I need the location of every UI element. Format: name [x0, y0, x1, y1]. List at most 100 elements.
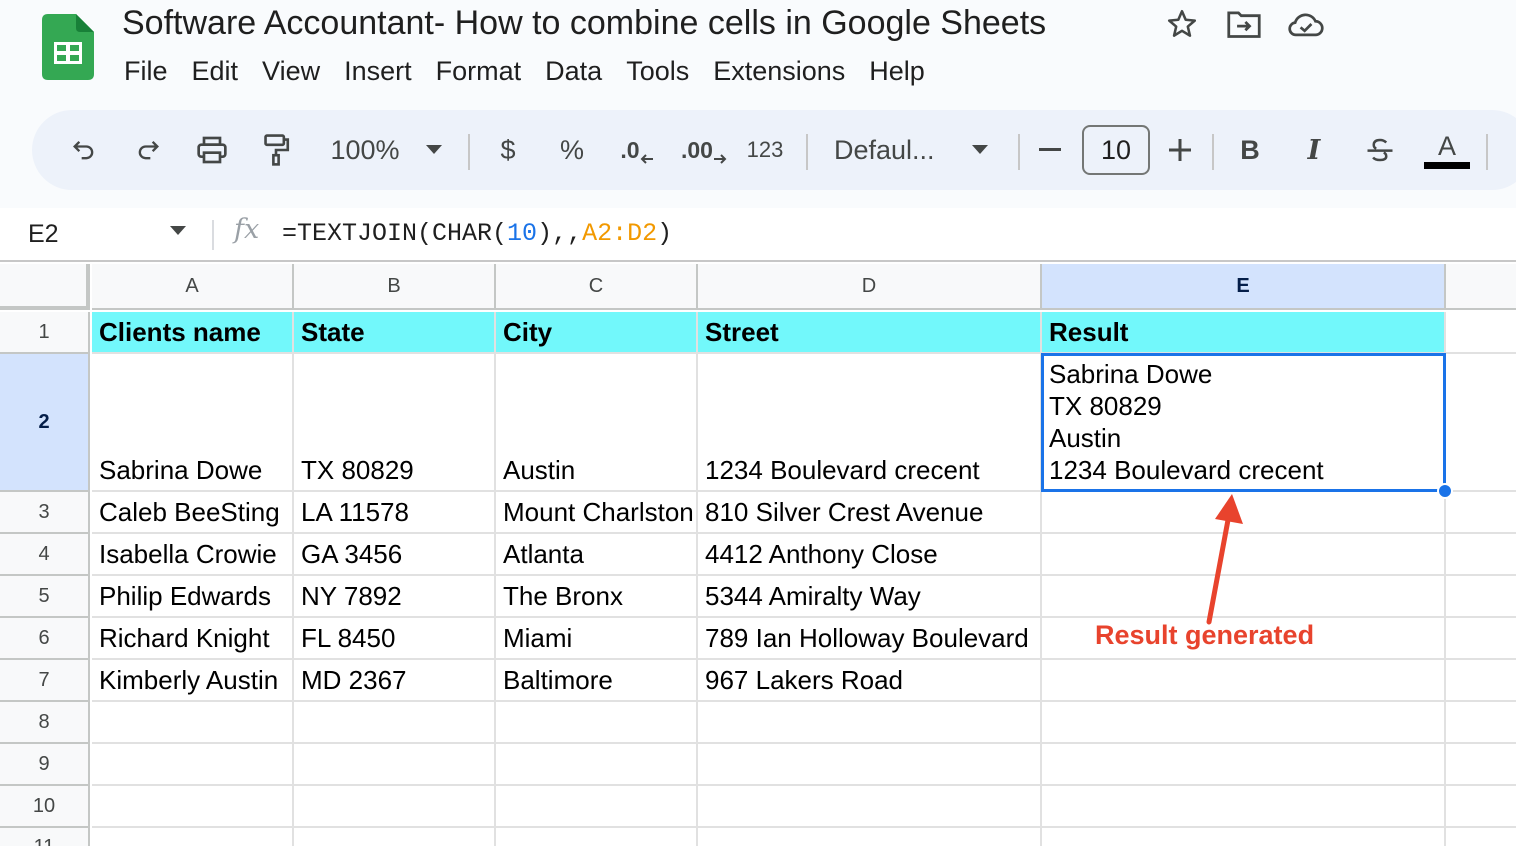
font-size-input[interactable]: 10 — [1082, 125, 1150, 175]
row-header-11[interactable]: 11 — [0, 828, 90, 846]
decrease-font-size-button[interactable] — [1032, 110, 1068, 190]
cell-e10[interactable] — [1042, 786, 1446, 828]
cell-c5[interactable]: The Bronx — [496, 576, 698, 618]
cell-e9[interactable] — [1042, 744, 1446, 786]
currency-format-button[interactable]: $ — [488, 110, 528, 190]
formula-input[interactable]: =TEXTJOIN(CHAR(10),,A2:D2) — [282, 208, 672, 260]
column-header-a[interactable]: A — [92, 264, 294, 310]
cell-c3[interactable]: Mount Charlston — [496, 492, 698, 534]
cell-a1[interactable]: Clients name — [92, 312, 294, 354]
cell-f6[interactable] — [1446, 618, 1516, 660]
cell-c4[interactable]: Atlanta — [496, 534, 698, 576]
chevron-down-icon[interactable] — [170, 226, 186, 236]
move-to-folder-icon[interactable] — [1222, 6, 1266, 42]
font-family-select[interactable]: Defaul... — [834, 110, 950, 190]
menu-edit[interactable]: Edit — [180, 52, 251, 90]
cell-b4[interactable]: GA 3456 — [294, 534, 496, 576]
cell-a9[interactable] — [92, 744, 294, 786]
menu-view[interactable]: View — [250, 52, 332, 90]
sheets-logo-icon[interactable] — [42, 14, 94, 80]
menu-extensions[interactable]: Extensions — [701, 52, 857, 90]
cell-f4[interactable] — [1446, 534, 1516, 576]
document-title[interactable]: Software Accountant- How to combine cell… — [122, 2, 1046, 44]
menu-format[interactable]: Format — [424, 52, 534, 90]
row-header-7[interactable]: 7 — [0, 660, 90, 702]
menu-tools[interactable]: Tools — [614, 52, 701, 90]
star-icon[interactable] — [1160, 6, 1204, 42]
cell-a4[interactable]: Isabella Crowie — [92, 534, 294, 576]
fill-handle[interactable] — [1437, 483, 1453, 499]
cell-f2[interactable] — [1446, 354, 1516, 492]
cell-c1[interactable]: City — [496, 312, 698, 354]
cell-a5[interactable]: Philip Edwards — [92, 576, 294, 618]
row-header-2[interactable]: 2 — [0, 354, 90, 492]
cell-a11[interactable] — [92, 828, 294, 846]
print-icon[interactable] — [190, 110, 234, 190]
cell-f11[interactable] — [1446, 828, 1516, 846]
cell-a6[interactable]: Richard Knight — [92, 618, 294, 660]
cell-c11[interactable] — [496, 828, 698, 846]
row-header-3[interactable]: 3 — [0, 492, 90, 534]
cell-d9[interactable] — [698, 744, 1042, 786]
cloud-status-icon[interactable] — [1284, 6, 1328, 42]
row-header-4[interactable]: 4 — [0, 534, 90, 576]
cell-d2[interactable]: 1234 Boulevard crecent — [698, 354, 1042, 492]
paint-format-icon[interactable] — [254, 110, 298, 190]
cell-a7[interactable]: Kimberly Austin — [92, 660, 294, 702]
cell-a8[interactable] — [92, 702, 294, 744]
column-header-c[interactable]: C — [496, 264, 698, 310]
cell-b5[interactable]: NY 7892 — [294, 576, 496, 618]
strikethrough-icon[interactable] — [1358, 110, 1402, 190]
cell-a10[interactable] — [92, 786, 294, 828]
bold-button[interactable]: B — [1230, 110, 1270, 190]
cell-b11[interactable] — [294, 828, 496, 846]
cell-b9[interactable] — [294, 744, 496, 786]
column-header-empty[interactable] — [1446, 264, 1516, 310]
cell-d3[interactable]: 810 Silver Crest Avenue — [698, 492, 1042, 534]
cell-e2[interactable]: Sabrina Dowe TX 80829 Austin 1234 Boulev… — [1042, 354, 1446, 492]
undo-icon[interactable] — [62, 110, 106, 190]
select-all-corner[interactable] — [0, 264, 90, 310]
cell-e7[interactable] — [1042, 660, 1446, 702]
cell-b2[interactable]: TX 80829 — [294, 354, 496, 492]
cell-c10[interactable] — [496, 786, 698, 828]
cell-f3[interactable] — [1446, 492, 1516, 534]
cell-a3[interactable]: Caleb BeeSting — [92, 492, 294, 534]
cell-f7[interactable] — [1446, 660, 1516, 702]
text-color-button[interactable]: A — [1422, 110, 1472, 190]
cell-d4[interactable]: 4412 Anthony Close — [698, 534, 1042, 576]
menu-data[interactable]: Data — [533, 52, 614, 90]
cell-d10[interactable] — [698, 786, 1042, 828]
row-header-10[interactable]: 10 — [0, 786, 90, 828]
cell-b6[interactable]: FL 8450 — [294, 618, 496, 660]
cell-d7[interactable]: 967 Lakers Road — [698, 660, 1042, 702]
cell-c8[interactable] — [496, 702, 698, 744]
name-box[interactable]: E2 — [28, 208, 59, 260]
cell-c2[interactable]: Austin — [496, 354, 698, 492]
cell-b3[interactable]: LA 11578 — [294, 492, 496, 534]
chevron-down-icon[interactable] — [966, 110, 994, 190]
row-header-1[interactable]: 1 — [0, 312, 90, 354]
cell-d6[interactable]: 789 Ian Holloway Boulevard — [698, 618, 1042, 660]
cell-f10[interactable] — [1446, 786, 1516, 828]
row-header-6[interactable]: 6 — [0, 618, 90, 660]
zoom-select[interactable]: 100% — [320, 110, 410, 190]
column-header-e[interactable]: E — [1042, 264, 1446, 310]
italic-button[interactable]: I — [1294, 110, 1334, 190]
column-header-b[interactable]: B — [294, 264, 496, 310]
cell-f8[interactable] — [1446, 702, 1516, 744]
row-header-8[interactable]: 8 — [0, 702, 90, 744]
increase-decimal-button[interactable]: .00 — [676, 110, 732, 190]
cell-f5[interactable] — [1446, 576, 1516, 618]
more-formats-button[interactable]: 123 — [742, 110, 788, 190]
menu-help[interactable]: Help — [857, 52, 937, 90]
cell-b10[interactable] — [294, 786, 496, 828]
cell-d1[interactable]: Street — [698, 312, 1042, 354]
cell-a2[interactable]: Sabrina Dowe — [92, 354, 294, 492]
row-header-5[interactable]: 5 — [0, 576, 90, 618]
percent-format-button[interactable]: % — [552, 110, 592, 190]
cell-b1[interactable]: State — [294, 312, 496, 354]
menu-insert[interactable]: Insert — [332, 52, 424, 90]
cell-f1[interactable] — [1446, 312, 1516, 354]
redo-icon[interactable] — [126, 110, 170, 190]
